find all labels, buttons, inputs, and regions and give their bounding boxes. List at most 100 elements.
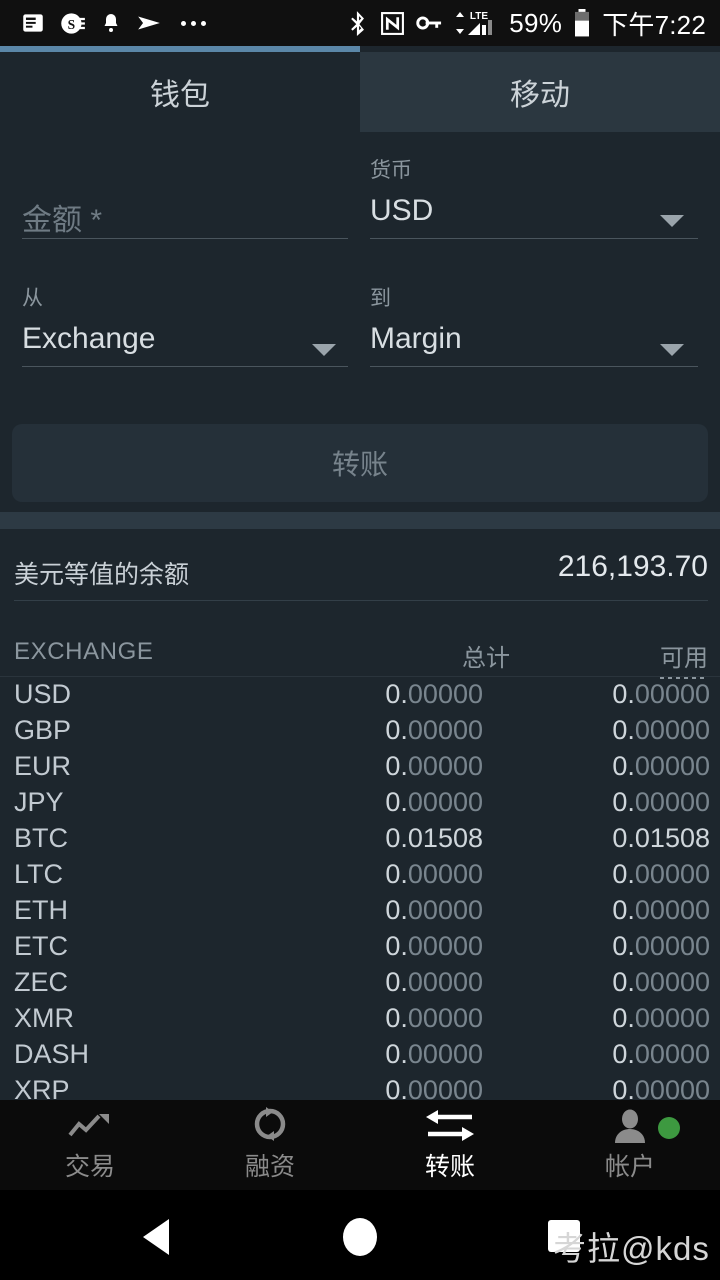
section-divider <box>0 512 720 529</box>
row-total: 0.00000 <box>385 787 483 818</box>
app-screen: S LTE <box>0 0 720 1280</box>
nav-item-funding[interactable]: 融资 <box>180 1100 360 1190</box>
row-total: 0.00000 <box>385 931 483 962</box>
status-bar: S LTE <box>0 0 720 46</box>
status-bar-notification-icons: S <box>0 10 212 37</box>
row-available: 0.00000 <box>612 1003 710 1034</box>
row-total: 0.00000 <box>385 859 483 890</box>
amount-input-underline <box>22 238 348 239</box>
nav-item-trade-label: 交易 <box>65 1147 115 1183</box>
row-total: 0.00000 <box>385 1003 483 1034</box>
row-symbol: LTC <box>14 859 63 890</box>
row-symbol: DASH <box>14 1039 89 1070</box>
tab-wallet-label: 钱包 <box>150 70 210 114</box>
table-row[interactable]: XMR0.000000.00000 <box>0 1003 720 1039</box>
home-icon[interactable] <box>343 1218 377 1256</box>
balance-label: 美元等值的余额 <box>14 555 189 591</box>
row-available: 0.00000 <box>612 679 710 710</box>
row-symbol: XRP <box>14 1075 70 1100</box>
row-total: 0.00000 <box>385 715 483 746</box>
row-total: 0.00000 <box>385 679 483 710</box>
row-symbol: BTC <box>14 823 68 854</box>
balance-row: 美元等值的余额 216,193.70 <box>0 529 720 601</box>
currency-underline <box>370 238 698 239</box>
row-total: 0.00000 <box>385 1075 483 1100</box>
currency-label: 货币 <box>370 154 412 184</box>
amount-input[interactable]: 金额 * <box>22 195 102 239</box>
nav-item-funding-label: 融资 <box>245 1147 295 1183</box>
table-row[interactable]: EUR0.000000.00000 <box>0 751 720 787</box>
bottom-navigation: 交易 融资 转账 帐户 <box>0 1100 720 1190</box>
row-available: 0.00000 <box>612 1075 710 1100</box>
table-row[interactable]: DASH0.000000.00000 <box>0 1039 720 1075</box>
row-symbol: ZEC <box>14 967 68 998</box>
from-underline <box>22 366 348 367</box>
telegram-send-icon <box>136 10 162 36</box>
table-row[interactable]: ETC0.000000.00000 <box>0 931 720 967</box>
transfer-form: 金额 * 货币 USD 从 Exchange 到 Margin 转账 <box>0 132 720 512</box>
nfc-icon <box>380 11 405 36</box>
column-header-available[interactable]: 可用 <box>660 638 708 679</box>
news-icon <box>20 10 46 36</box>
table-header-divider <box>0 676 720 677</box>
table-row[interactable]: ZEC0.000000.00000 <box>0 967 720 1003</box>
from-select[interactable]: Exchange <box>22 322 155 356</box>
back-icon[interactable] <box>143 1219 169 1255</box>
row-available: 0.00000 <box>612 895 710 926</box>
connection-status-dot <box>658 1117 680 1139</box>
nav-item-account[interactable]: 帐户 <box>540 1100 720 1190</box>
currency-chevron-down-icon[interactable] <box>660 215 684 227</box>
tab-wallet[interactable]: 钱包 <box>0 52 360 132</box>
row-total: 0.00000 <box>385 1039 483 1070</box>
battery-percent-label: 59% <box>509 8 562 39</box>
bell-icon <box>99 11 123 35</box>
to-select[interactable]: Margin <box>370 322 462 356</box>
lte-signal-icon: LTE <box>454 9 498 37</box>
tab-move-label: 移动 <box>510 70 570 114</box>
row-available: 0.00000 <box>612 787 710 818</box>
nav-item-transfer-label: 转账 <box>425 1147 475 1183</box>
table-row[interactable]: ETH 0.00000 0.00000 <box>0 895 720 931</box>
to-chevron-down-icon[interactable] <box>660 344 684 356</box>
to-label: 到 <box>370 282 391 312</box>
row-symbol: ETH <box>14 895 68 926</box>
row-symbol: USD <box>14 679 71 710</box>
row-available: 0.01508 <box>612 823 710 854</box>
bluetooth-icon <box>347 10 369 36</box>
table-row[interactable]: BTC0.015080.01508 <box>0 823 720 859</box>
balance-value: 216,193.70 <box>558 550 708 584</box>
transfer-submit-label: 转账 <box>332 443 388 483</box>
transfer-submit-button[interactable]: 转账 <box>12 424 708 502</box>
nav-item-account-label: 帐户 <box>605 1147 655 1183</box>
tab-bar: 钱包 移动 <box>0 46 720 132</box>
column-header-total[interactable]: 总计 <box>462 638 510 673</box>
row-available: 0.00000 <box>612 715 710 746</box>
svg-text:S: S <box>68 17 76 32</box>
table-row[interactable]: GBP0.000000.00000 <box>0 715 720 751</box>
from-chevron-down-icon[interactable] <box>312 344 336 356</box>
row-available: 0.00000 <box>612 751 710 782</box>
table-row[interactable]: JPY0.000000.00000 <box>0 787 720 823</box>
watermark-label: 考拉@kds <box>553 1222 710 1270</box>
row-total: 0.00000 <box>385 895 483 926</box>
status-bar-system-icons: LTE 59% 下午7:22 <box>347 5 720 42</box>
table-row[interactable]: LTC 0.00000 0.00000 <box>0 859 720 895</box>
tab-move[interactable]: 移动 <box>360 52 720 132</box>
row-available: 0.00000 <box>612 859 710 890</box>
row-total: 0.00000 <box>385 967 483 998</box>
table-row[interactable]: XRP 0.00000 0.00000 <box>0 1075 720 1100</box>
balances-table-body[interactable]: USD0.000000.00000GBP0.000000.00000EUR0.0… <box>0 679 720 1100</box>
balances-table-header: EXCHANGE 总计 可用 <box>0 630 720 676</box>
balance-underline <box>14 600 708 601</box>
clock-label: 下午7:22 <box>602 5 706 42</box>
from-label: 从 <box>22 282 43 312</box>
refresh-icon <box>253 1107 287 1143</box>
table-row[interactable]: USD 0.00000 0.00000 <box>0 679 720 715</box>
nav-item-transfer[interactable]: 转账 <box>360 1100 540 1190</box>
row-symbol: ETC <box>14 931 68 962</box>
column-header-name[interactable]: EXCHANGE <box>14 638 154 666</box>
to-underline <box>370 366 698 367</box>
column-header-available-label: 可用 <box>660 645 708 672</box>
nav-item-trade[interactable]: 交易 <box>0 1100 180 1190</box>
currency-select[interactable]: USD <box>370 194 433 228</box>
